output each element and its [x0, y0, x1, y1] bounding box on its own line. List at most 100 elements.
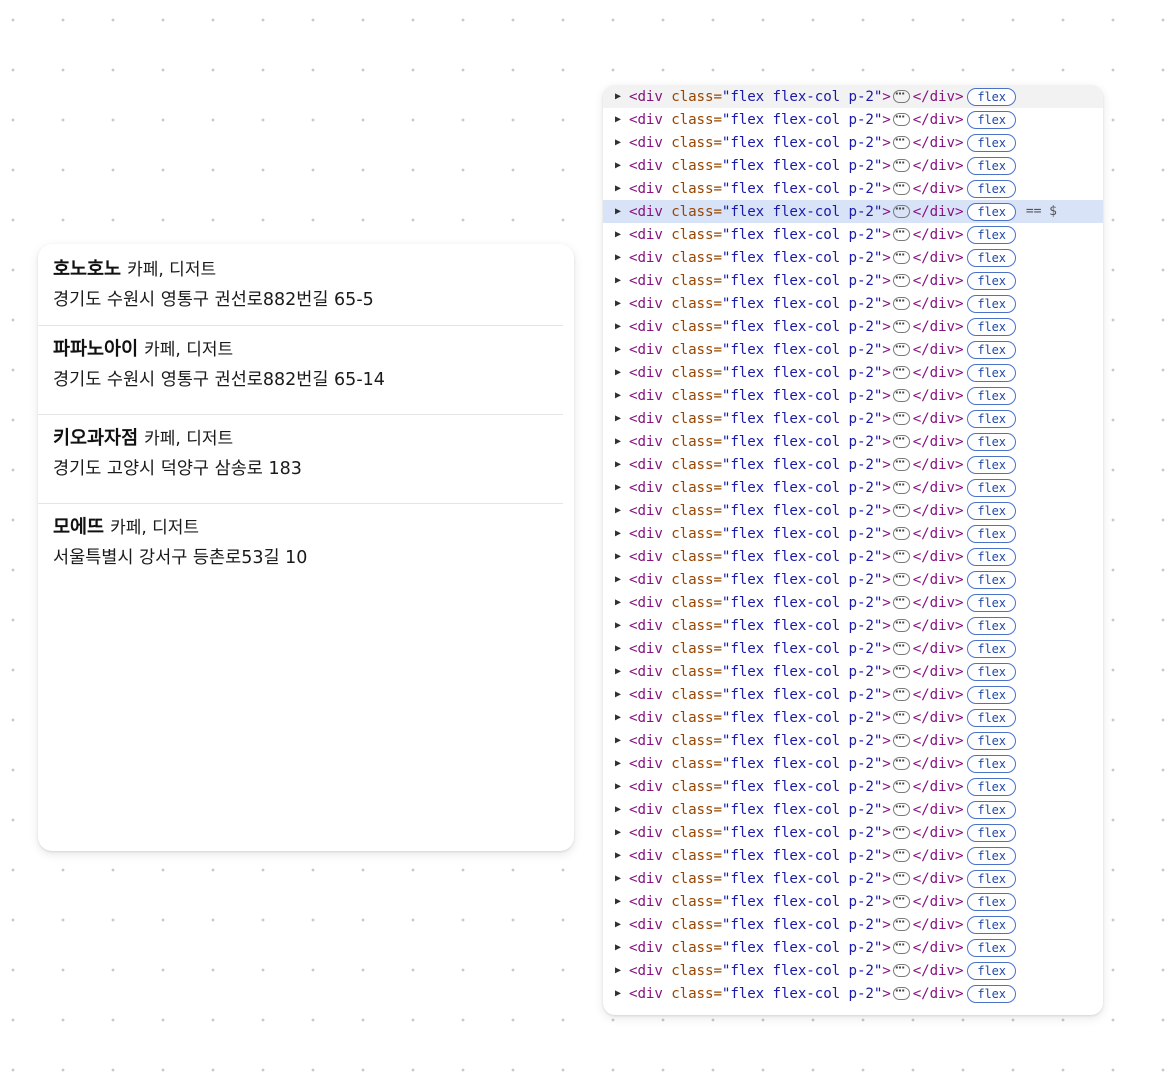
dom-node-row[interactable]: ▶<div class="flex flex-col p-2"> </div>fl…: [603, 545, 1103, 568]
dom-node-row[interactable]: ▶<div class="flex flex-col p-2"> </div>fl…: [603, 637, 1103, 660]
expand-triangle-icon[interactable]: ▶: [603, 292, 629, 315]
dom-node-row[interactable]: ▶<div class="flex flex-col p-2"> </div>fl…: [603, 706, 1103, 729]
dom-node-row[interactable]: ▶<div class="flex flex-col p-2"> </div>fl…: [603, 775, 1103, 798]
dom-node-row[interactable]: ▶<div class="flex flex-col p-2"> </div>fl…: [603, 476, 1103, 499]
flex-badge[interactable]: flex: [967, 524, 1016, 543]
dom-node-row[interactable]: ▶<div class="flex flex-col p-2"> </div>fl…: [603, 338, 1103, 361]
dom-node-row[interactable]: ▶<div class="flex flex-col p-2"> </div>fl…: [603, 131, 1103, 154]
collapsed-children-icon[interactable]: [892, 202, 910, 218]
flex-badge[interactable]: flex: [967, 593, 1016, 612]
dom-node-row[interactable]: ▶<div class="flex flex-col p-2"> </div>fl…: [603, 269, 1103, 292]
collapsed-children-icon[interactable]: [892, 87, 910, 103]
dom-node-row[interactable]: ▶<div class="flex flex-col p-2"> </div>fl…: [603, 407, 1103, 430]
expand-triangle-icon[interactable]: ▶: [603, 384, 629, 407]
flex-badge[interactable]: flex: [967, 156, 1016, 175]
collapsed-children-icon[interactable]: [892, 961, 910, 977]
dom-node-row[interactable]: ▶<div class="flex flex-col p-2"> </div>fl…: [603, 430, 1103, 453]
collapsed-children-icon[interactable]: [892, 225, 910, 241]
dom-node-row[interactable]: ▶<div class="flex flex-col p-2"> </div>fl…: [603, 246, 1103, 269]
dom-node-row[interactable]: ▶<div class="flex flex-col p-2"> </div>fl…: [603, 499, 1103, 522]
expand-triangle-icon[interactable]: ▶: [603, 177, 629, 200]
expand-triangle-icon[interactable]: ▶: [603, 131, 629, 154]
collapsed-children-icon[interactable]: [892, 409, 910, 425]
dom-node-row[interactable]: ▶<div class="flex flex-col p-2"> </div>fl…: [603, 614, 1103, 637]
flex-badge[interactable]: flex: [967, 225, 1016, 244]
flex-badge[interactable]: flex: [967, 754, 1016, 773]
dom-node-row[interactable]: ▶<div class="flex flex-col p-2"> </div>fl…: [603, 384, 1103, 407]
expand-triangle-icon[interactable]: ▶: [603, 637, 629, 660]
expand-triangle-icon[interactable]: ▶: [603, 338, 629, 361]
collapsed-children-icon[interactable]: [892, 110, 910, 126]
collapsed-children-icon[interactable]: [892, 570, 910, 586]
dom-node-row[interactable]: ▶<div class="flex flex-col p-2"> </div>fl…: [603, 361, 1103, 384]
dom-node-row[interactable]: ▶<div class="flex flex-col p-2"> </div>fl…: [603, 223, 1103, 246]
collapsed-children-icon[interactable]: [892, 547, 910, 563]
expand-triangle-icon[interactable]: ▶: [603, 522, 629, 545]
collapsed-children-icon[interactable]: [892, 317, 910, 333]
collapsed-children-icon[interactable]: [892, 754, 910, 770]
expand-triangle-icon[interactable]: ▶: [603, 752, 629, 775]
flex-badge[interactable]: flex: [967, 800, 1016, 819]
dom-node-row[interactable]: ▶<div class="flex flex-col p-2"> </div>fl…: [603, 177, 1103, 200]
dom-node-row[interactable]: ▶<div class="flex flex-col p-2"> </div>fl…: [603, 821, 1103, 844]
dom-node-row[interactable]: ▶<div class="flex flex-col p-2"> </div>fl…: [603, 913, 1103, 936]
expand-triangle-icon[interactable]: ▶: [603, 545, 629, 568]
collapsed-children-icon[interactable]: [892, 800, 910, 816]
flex-badge[interactable]: flex: [967, 616, 1016, 635]
expand-triangle-icon[interactable]: ▶: [603, 706, 629, 729]
dom-node-row[interactable]: ▶<div class="flex flex-col p-2"> </div>fl…: [603, 453, 1103, 476]
dom-node-row[interactable]: ▶<div class="flex flex-col p-2"> </div>fl…: [603, 292, 1103, 315]
dom-node-row[interactable]: ▶<div class="flex flex-col p-2"> </div>fl…: [603, 844, 1103, 867]
collapsed-children-icon[interactable]: [892, 524, 910, 540]
expand-triangle-icon[interactable]: ▶: [603, 223, 629, 246]
collapsed-children-icon[interactable]: [892, 685, 910, 701]
dom-node-row[interactable]: ▶<div class="flex flex-col p-2"> </div>fl…: [603, 568, 1103, 591]
expand-triangle-icon[interactable]: ▶: [603, 982, 629, 1005]
flex-badge[interactable]: flex: [967, 478, 1016, 497]
flex-badge[interactable]: flex: [967, 961, 1016, 980]
dom-node-row[interactable]: ▶<div class="flex flex-col p-2"> </div>fl…: [603, 729, 1103, 752]
dom-node-row[interactable]: ▶<div class="flex flex-col p-2"> </div>fl…: [603, 85, 1103, 108]
flex-badge[interactable]: flex: [967, 110, 1016, 129]
dom-node-row[interactable]: ▶<div class="flex flex-col p-2"> </div>fl…: [603, 522, 1103, 545]
collapsed-children-icon[interactable]: [892, 340, 910, 356]
collapsed-children-icon[interactable]: [892, 938, 910, 954]
expand-triangle-icon[interactable]: ▶: [603, 269, 629, 292]
flex-badge[interactable]: flex: [967, 777, 1016, 796]
dom-node-row[interactable]: ▶<div class="flex flex-col p-2"> </div>fl…: [603, 660, 1103, 683]
place-item[interactable]: 모에뜨 카페, 디저트 서울특별시 강서구 등촌로53길 10: [38, 504, 563, 593]
expand-triangle-icon[interactable]: ▶: [603, 407, 629, 430]
expand-triangle-icon[interactable]: ▶: [603, 867, 629, 890]
collapsed-children-icon[interactable]: [892, 616, 910, 632]
collapsed-children-icon[interactable]: [892, 363, 910, 379]
flex-badge[interactable]: flex: [967, 87, 1016, 106]
dom-node-row[interactable]: ▶<div class="flex flex-col p-2"> </div>fl…: [603, 154, 1103, 177]
expand-triangle-icon[interactable]: ▶: [603, 798, 629, 821]
flex-badge[interactable]: flex: [967, 294, 1016, 313]
flex-badge[interactable]: flex: [967, 639, 1016, 658]
expand-triangle-icon[interactable]: ▶: [603, 154, 629, 177]
dom-node-row[interactable]: ▶<div class="flex flex-col p-2"> </div>fl…: [603, 959, 1103, 982]
flex-badge[interactable]: flex: [967, 363, 1016, 382]
flex-badge[interactable]: flex: [967, 823, 1016, 842]
collapsed-children-icon[interactable]: [892, 777, 910, 793]
dom-node-row[interactable]: ▶<div class="flex flex-col p-2"> </div>fl…: [603, 752, 1103, 775]
expand-triangle-icon[interactable]: ▶: [603, 913, 629, 936]
flex-badge[interactable]: flex: [967, 547, 1016, 566]
expand-triangle-icon[interactable]: ▶: [603, 936, 629, 959]
expand-triangle-icon[interactable]: ▶: [603, 108, 629, 131]
expand-triangle-icon[interactable]: ▶: [603, 591, 629, 614]
collapsed-children-icon[interactable]: [892, 248, 910, 264]
flex-badge[interactable]: flex: [967, 915, 1016, 934]
collapsed-children-icon[interactable]: [892, 823, 910, 839]
flex-badge[interactable]: flex: [967, 731, 1016, 750]
flex-badge[interactable]: flex: [967, 846, 1016, 865]
flex-badge[interactable]: flex: [967, 570, 1016, 589]
collapsed-children-icon[interactable]: [892, 593, 910, 609]
expand-triangle-icon[interactable]: ▶: [603, 890, 629, 913]
expand-triangle-icon[interactable]: ▶: [603, 683, 629, 706]
flex-badge[interactable]: flex: [967, 892, 1016, 911]
dom-node-row-selected[interactable]: ▶<div class="flex flex-col p-2"> </div>fl…: [603, 200, 1103, 223]
collapsed-children-icon[interactable]: [892, 501, 910, 517]
expand-triangle-icon[interactable]: ▶: [603, 568, 629, 591]
